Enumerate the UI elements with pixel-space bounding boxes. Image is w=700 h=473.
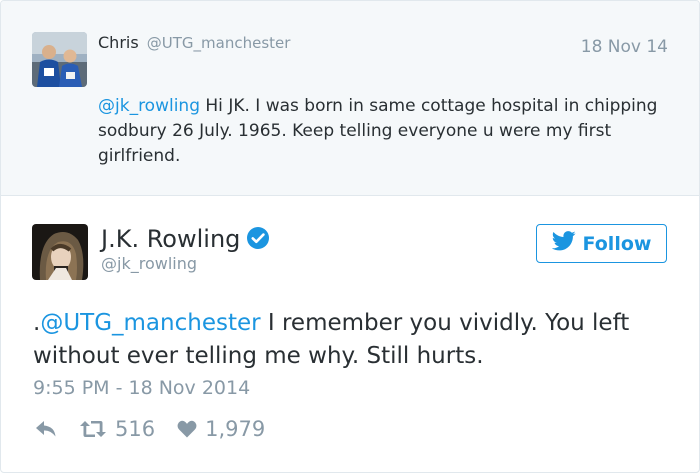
parent-tweet-text: @jk_rowling Hi JK. I was born in same co… [98,94,658,169]
reply-parent-tweet: Chris @UTG_manchester 18 Nov 14 @jk_rowl… [1,1,699,196]
main-author-name: J.K. Rowling [101,224,270,254]
reply-button[interactable] [35,420,57,438]
twitter-bird-icon [551,231,583,256]
follow-label: Follow [582,232,652,255]
tweet-timestamp[interactable]: 9:55 PM - 18 Nov 2014 [33,377,250,399]
follow-button[interactable]: Follow [536,224,667,263]
tweet-actions: 516 1,979 [35,417,265,441]
retweet-count: 516 [115,417,156,441]
main-tweet-text: .@UTG_manchester I remember you vividly.… [33,307,683,373]
retweet-button[interactable]: 516 [79,417,155,441]
reply-icon [35,420,57,438]
parent-mention-link[interactable]: @jk_rowling [98,96,200,116]
retweet-icon [79,419,115,439]
parent-author: Chris @UTG_manchester [98,32,290,54]
jk-rowling-avatar[interactable] [32,224,88,280]
parent-display-name[interactable]: Chris [98,33,139,52]
main-display-name[interactable]: J.K. Rowling [101,225,240,253]
parent-date[interactable]: 18 Nov 14 [581,37,668,57]
main-handle[interactable]: @jk_rowling [101,254,197,273]
like-button[interactable]: 1,979 [177,417,265,441]
heart-icon [177,420,205,438]
main-mention-link[interactable]: @UTG_manchester [40,310,260,336]
chris-avatar[interactable] [32,32,87,87]
embedded-tweet-card: Chris @UTG_manchester 18 Nov 14 @jk_rowl… [0,0,700,473]
like-count: 1,979 [205,417,266,441]
parent-handle[interactable]: @UTG_manchester [147,34,291,52]
verified-icon [246,226,270,250]
